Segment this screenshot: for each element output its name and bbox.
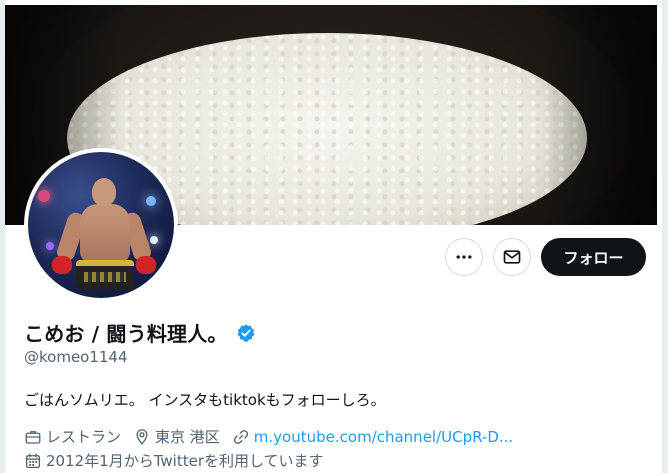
link-icon bbox=[233, 429, 248, 444]
avatar-figure-glove bbox=[136, 256, 156, 274]
more-icon bbox=[456, 255, 472, 259]
meta-joined: 2012年1月からTwitterを利用しています bbox=[24, 450, 324, 471]
profile-bio: ごはんソムリエ。 インスタもtiktokもフォローしろ。 bbox=[24, 391, 386, 409]
meta-category: レストラン bbox=[24, 426, 121, 447]
stage-light bbox=[150, 236, 158, 244]
avatar-figure-glove bbox=[52, 256, 72, 274]
calendar-icon bbox=[25, 453, 41, 468]
briefcase-icon bbox=[25, 430, 41, 444]
profile-meta: レストラン 東京 港区 m.youtube.com/channel/UCpR-D… bbox=[24, 426, 525, 447]
stage-light bbox=[46, 242, 54, 250]
stage-light bbox=[38, 190, 50, 202]
name-row: こめお / 闘う料理人。 bbox=[24, 318, 256, 347]
avatar[interactable] bbox=[24, 148, 178, 302]
envelope-icon bbox=[503, 250, 521, 264]
stage-light bbox=[146, 196, 156, 206]
verified-badge-icon[interactable] bbox=[236, 323, 256, 343]
user-handle: @komeo1144 bbox=[24, 348, 128, 366]
location-label: 東京 港区 bbox=[155, 428, 220, 446]
display-name: こめお / 闘う料理人。 bbox=[24, 322, 228, 346]
profile-link[interactable]: m.youtube.com/channel/UCpR-D... bbox=[254, 428, 513, 446]
more-button[interactable] bbox=[445, 238, 483, 276]
meta-link[interactable]: m.youtube.com/channel/UCpR-D... bbox=[232, 428, 513, 446]
avatar-figure-torso bbox=[80, 204, 130, 262]
avatar-figure-shorts bbox=[76, 260, 134, 290]
follow-button[interactable]: フォロー bbox=[541, 238, 646, 276]
joined-label: 2012年1月からTwitterを利用しています bbox=[46, 452, 324, 470]
message-button[interactable] bbox=[493, 238, 531, 276]
meta-location: 東京 港区 bbox=[133, 426, 220, 447]
category-label: レストラン bbox=[46, 428, 122, 446]
location-pin-icon bbox=[136, 428, 148, 445]
avatar-figure-head bbox=[92, 178, 116, 206]
